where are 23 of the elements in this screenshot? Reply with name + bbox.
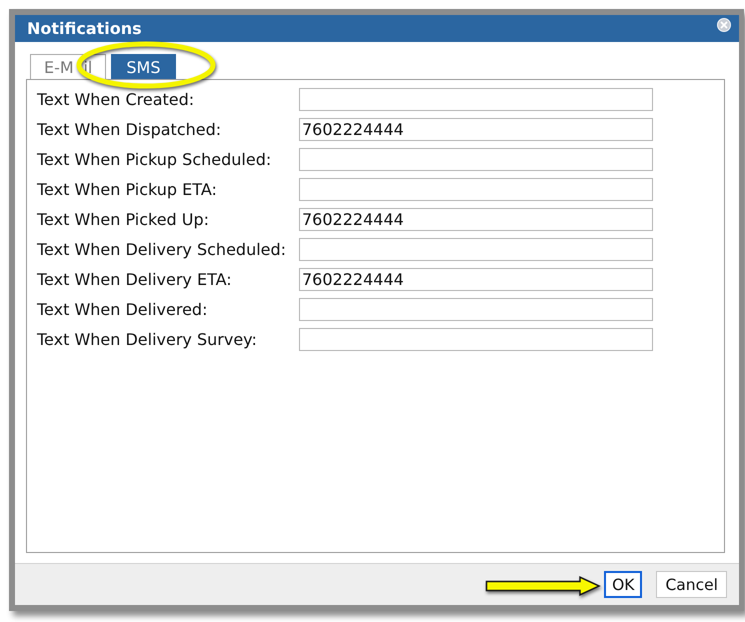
- field-label: Text When Delivery Survey:: [37, 330, 258, 349]
- text-input-field[interactable]: [299, 298, 653, 321]
- close-icon[interactable]: [717, 18, 731, 32]
- text-input-field[interactable]: [299, 88, 653, 111]
- dialog-button[interactable]: OK: [604, 571, 642, 598]
- field-label: Text When Pickup ETA:: [37, 180, 218, 199]
- field-label: Text When Picked Up:: [37, 210, 210, 229]
- dialog-button[interactable]: Cancel: [656, 571, 727, 598]
- field-label: Text When Created:: [37, 90, 196, 109]
- field-label: Text When Delivery ETA:: [37, 270, 233, 289]
- text-input-field[interactable]: [299, 238, 653, 261]
- window-title: Notifications: [27, 19, 142, 38]
- tab[interactable]: SMS: [111, 54, 176, 79]
- field-label: Text When Delivered:: [37, 300, 208, 319]
- field-label: Text When Delivery Scheduled:: [37, 240, 288, 259]
- text-input-field[interactable]: 7602224444: [299, 208, 653, 231]
- text-input-field[interactable]: 7602224444: [299, 268, 653, 291]
- text-input-field[interactable]: [299, 148, 653, 171]
- text-input-field[interactable]: 7602224444: [299, 118, 653, 141]
- field-label: Text When Dispatched:: [37, 120, 222, 139]
- text-input-field[interactable]: [299, 328, 653, 351]
- field-label: Text When Pickup Scheduled:: [37, 150, 272, 169]
- text-input-field[interactable]: [299, 178, 653, 201]
